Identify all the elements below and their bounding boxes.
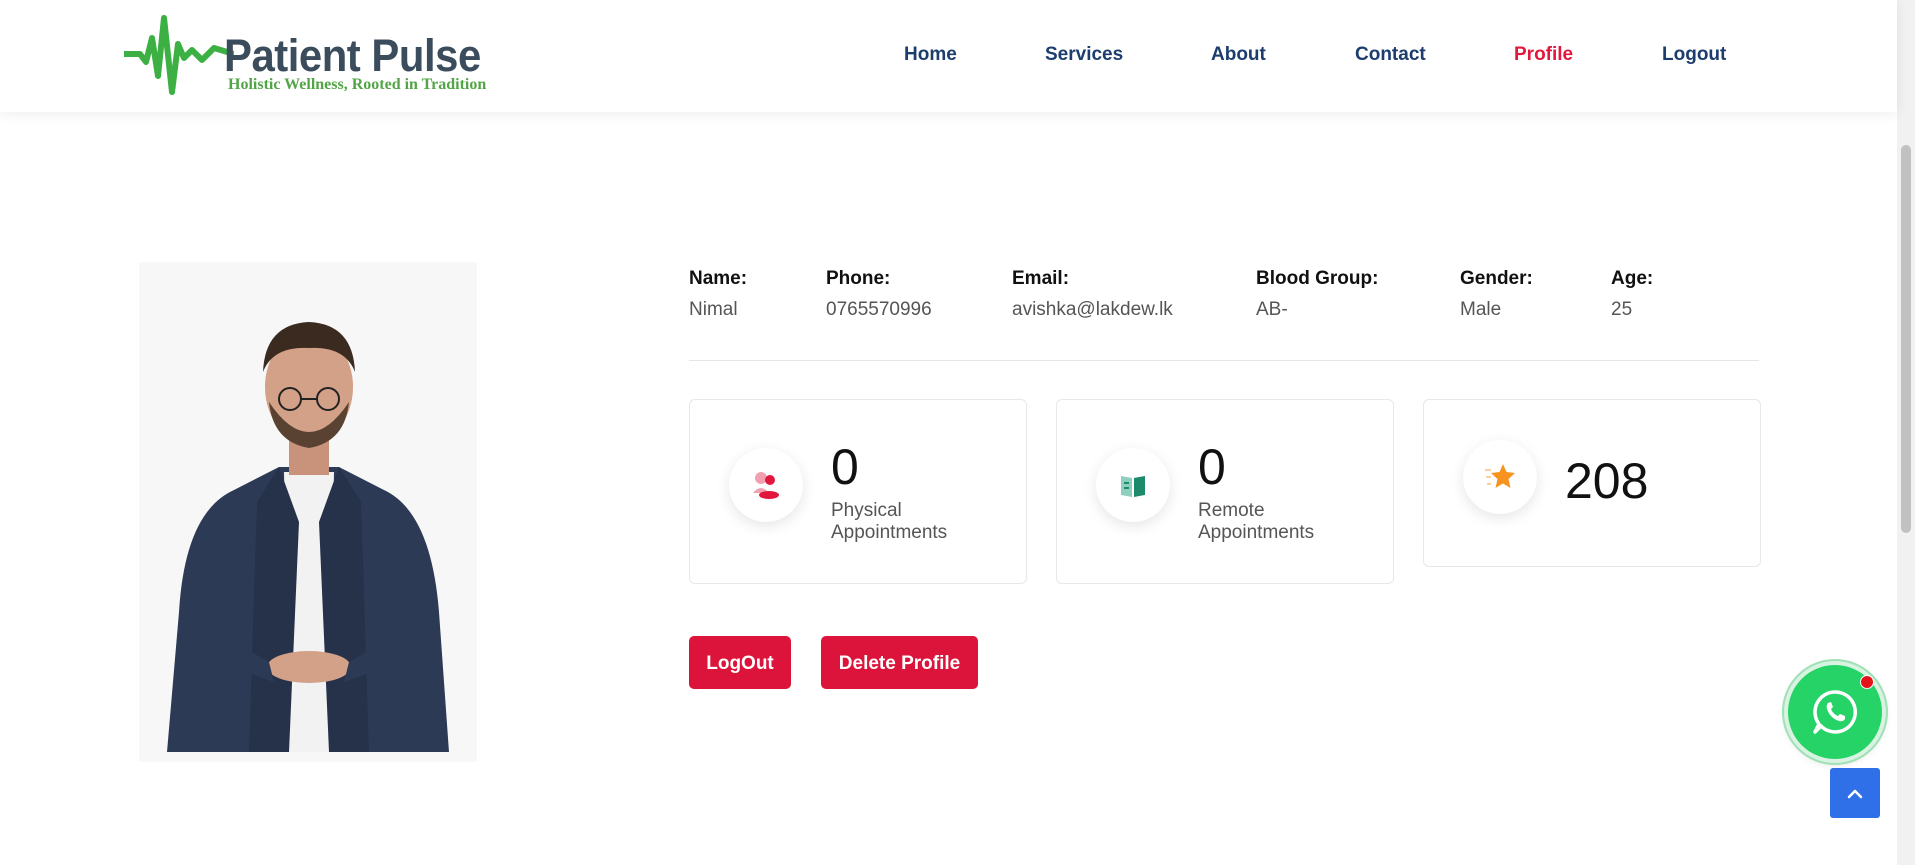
site-header: Patient Pulse Holistic Wellness, Rooted …	[0, 0, 1897, 112]
users-icon	[729, 448, 803, 522]
chevron-up-icon	[1847, 789, 1863, 799]
stat-label-line: Appointments	[831, 522, 948, 543]
stat-count: 0	[831, 439, 859, 495]
star-icon	[1463, 440, 1537, 514]
heartbeat-icon	[124, 15, 234, 95]
stat-card-physical: 0 Physical Appointments	[689, 399, 1027, 584]
nav-home[interactable]: Home	[904, 44, 957, 66]
scrollbar-thumb[interactable]	[1901, 145, 1911, 533]
field-label: Phone:	[826, 268, 891, 289]
stat-label-line: Remote	[1198, 500, 1265, 521]
brand-tagline: Holistic Wellness, Rooted in Tradition	[228, 76, 487, 93]
divider	[689, 360, 1759, 361]
whatsapp-icon	[1813, 690, 1858, 734]
logout-button[interactable]: LogOut	[689, 636, 791, 689]
field-name: Name: Nimal	[689, 268, 747, 321]
field-label: Blood Group:	[1256, 268, 1379, 289]
delete-profile-button[interactable]: Delete Profile	[821, 636, 978, 689]
page-scrollbar[interactable]	[1897, 0, 1915, 865]
field-value: Male	[1460, 299, 1502, 320]
back-to-top-button[interactable]	[1830, 768, 1880, 818]
stat-label-line: Physical	[831, 500, 902, 521]
user-photo	[139, 262, 477, 762]
nav-contact[interactable]: Contact	[1355, 44, 1426, 66]
field-age: Age: 25	[1611, 268, 1653, 321]
field-value: AB-	[1256, 299, 1288, 320]
stat-label-line: Appointments	[1198, 522, 1315, 543]
stat-label: Physical Appointments	[831, 500, 947, 544]
field-value: 25	[1611, 299, 1633, 320]
whatsapp-button[interactable]	[1788, 665, 1882, 759]
field-gender: Gender: Male	[1460, 268, 1533, 321]
field-label: Email:	[1012, 268, 1070, 289]
brand-name: Patient Pulse	[224, 30, 481, 81]
nav-profile[interactable]: Profile	[1514, 44, 1573, 66]
field-blood-group: Blood Group: AB-	[1256, 268, 1378, 321]
nav-logout[interactable]: Logout	[1662, 44, 1726, 66]
field-phone: Phone: 0765570996	[826, 268, 932, 321]
stat-card-points: 208	[1423, 399, 1761, 567]
site-logo[interactable]: Patient Pulse Holistic Wellness, Rooted …	[124, 14, 494, 100]
notification-dot	[1860, 675, 1874, 689]
field-label: Gender:	[1460, 268, 1533, 289]
book-icon	[1096, 448, 1170, 522]
stat-label: Remote Appointments	[1198, 500, 1314, 544]
field-email: Email: avishka@lakdew.lk	[1012, 268, 1173, 321]
field-value: Nimal	[689, 299, 738, 320]
field-label: Name:	[689, 268, 748, 289]
nav-about[interactable]: About	[1211, 44, 1266, 66]
stat-card-remote: 0 Remote Appointments	[1056, 399, 1394, 584]
field-label: Age:	[1611, 268, 1654, 289]
nav-services[interactable]: Services	[1045, 44, 1123, 66]
stat-count: 0	[1198, 439, 1226, 495]
field-value: avishka@lakdew.lk	[1012, 299, 1173, 320]
field-value: 0765570996	[826, 299, 932, 320]
stat-count: 208	[1565, 453, 1649, 509]
